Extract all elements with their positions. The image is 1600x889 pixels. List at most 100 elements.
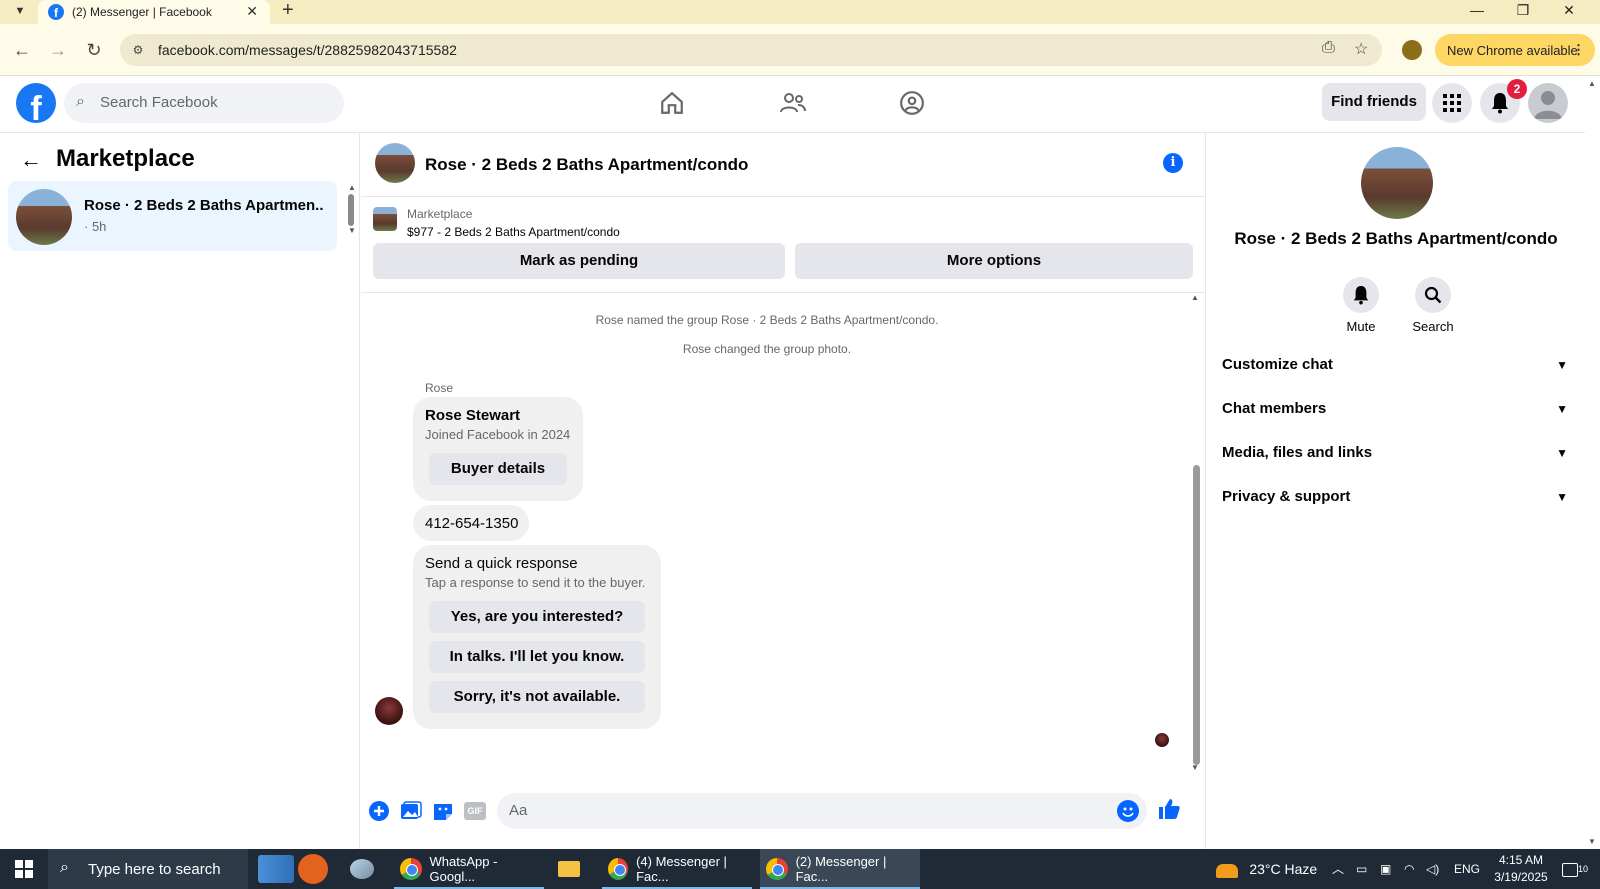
taskbar-app-label: (2) Messenger | Fac... <box>795 854 887 884</box>
chat-header: Rose · 2 Beds 2 Baths Apartment/condo i <box>361 133 1205 197</box>
emoji-icon[interactable] <box>1117 800 1139 822</box>
gif-icon[interactable]: GIF <box>463 799 487 823</box>
mark-as-pending-button[interactable]: Mark as pending <box>373 243 785 279</box>
scroll-up-icon[interactable]: ▲ <box>348 183 356 192</box>
photo-icon[interactable] <box>399 799 423 823</box>
taskbar-app-messenger-4[interactable]: (4) Messenger | Fac... <box>602 849 752 889</box>
volume-icon[interactable]: ◁) <box>1426 849 1439 889</box>
add-plus-icon[interactable] <box>367 799 391 823</box>
minimize-icon[interactable]: — <box>1454 0 1500 20</box>
buyer-details-button[interactable]: Buyer details <box>429 453 567 485</box>
file-explorer-icon[interactable] <box>558 849 592 889</box>
news-widget-icon[interactable] <box>258 849 338 889</box>
facebook-logo-icon[interactable]: f <box>16 83 56 123</box>
site-info-icon[interactable]: ⚙ <box>128 40 148 60</box>
new-tab-plus-icon[interactable]: + <box>282 0 294 20</box>
browser-tab-active[interactable]: f (2) Messenger | Facebook ✕ <box>38 0 270 24</box>
privacy-support-row[interactable]: Privacy & support ▼ <box>1222 477 1572 517</box>
listing-price[interactable]: $977 - 2 Beds 2 Baths Apartment/condo <box>407 225 620 239</box>
search-action[interactable]: Search <box>1401 277 1465 334</box>
seen-indicator-avatar <box>1155 733 1169 747</box>
buyer-card-bubble: Rose Stewart Joined Facebook in 2024 Buy… <box>413 397 583 501</box>
facebook-favicon-icon: f <box>48 4 64 20</box>
quick-response-option[interactable]: Yes, are you interested? <box>429 601 645 633</box>
sidebar-scrollbar[interactable]: ▲ ▼ <box>348 183 356 243</box>
chat-scrollbar[interactable]: ▲ ▼ <box>1191 293 1203 773</box>
taskbar-app-whatsapp[interactable]: WhatsApp - Googl... <box>394 849 544 889</box>
find-friends-button[interactable]: Find friends <box>1322 83 1426 121</box>
sidebar-title: Marketplace <box>56 145 195 172</box>
thumbs-up-icon[interactable] <box>1157 797 1181 821</box>
clock-date: 3/19/2025 <box>1494 870 1548 884</box>
tab-search-chevron-icon[interactable]: ▼ <box>8 0 32 22</box>
address-bar[interactable]: ⚙ facebook.com/messages/t/28825982043715… <box>120 34 1382 66</box>
account-avatar[interactable] <box>1528 83 1568 123</box>
chat-scroll-thumb[interactable] <box>1193 465 1200 765</box>
groups-icon[interactable] <box>892 85 932 121</box>
mute-action[interactable]: Mute <box>1329 277 1393 334</box>
taskbar-search-placeholder: Type here to search <box>88 861 221 878</box>
windows-taskbar: ⌕ Type here to search WhatsApp - Googl..… <box>0 849 1600 889</box>
chevron-down-icon: ▼ <box>1556 402 1568 416</box>
chat-members-row[interactable]: Chat members ▼ <box>1222 389 1572 429</box>
window-close-icon[interactable]: ✕ <box>1546 0 1592 20</box>
scroll-up-icon[interactable]: ▲ <box>1588 79 1596 88</box>
chat-title[interactable]: Rose · 2 Beds 2 Baths Apartment/condo <box>425 155 748 175</box>
reload-icon[interactable]: ↻ <box>82 38 106 62</box>
back-icon[interactable]: ← <box>10 38 34 62</box>
tab-close-icon[interactable]: ✕ <box>246 3 258 20</box>
sidebar-scroll-thumb[interactable] <box>348 194 354 226</box>
customize-chat-row[interactable]: Customize chat ▼ <box>1222 345 1572 385</box>
chrome-icon <box>608 858 629 880</box>
quick-response-title: Send a quick response <box>425 555 578 572</box>
notification-center-icon[interactable]: 10 <box>1562 849 1596 889</box>
app-icon <box>350 859 374 879</box>
conversation-info-icon[interactable]: i <box>1163 153 1183 173</box>
show-hidden-icons-chevron-icon[interactable]: ︿ <box>1332 849 1344 889</box>
sticker-icon[interactable] <box>431 799 455 823</box>
scroll-down-icon[interactable]: ▼ <box>1191 763 1199 772</box>
restore-icon[interactable]: ❐ <box>1500 0 1546 20</box>
taskbar-search-box[interactable]: ⌕ Type here to search <box>48 849 248 889</box>
quick-response-option[interactable]: In talks. I'll let you know. <box>429 641 645 673</box>
more-options-button[interactable]: More options <box>795 243 1193 279</box>
chevron-down-icon: ▼ <box>1556 490 1568 504</box>
media-files-links-row[interactable]: Media, files and links ▼ <box>1222 433 1572 473</box>
facebook-search-input[interactable]: ⌕ Search Facebook <box>64 83 344 123</box>
sender-avatar[interactable] <box>375 697 403 725</box>
back-arrow-icon[interactable]: ← <box>20 147 42 173</box>
meet-now-icon[interactable]: ▣ <box>1380 849 1391 889</box>
taskbar-clock[interactable]: 4:15 AM 3/19/2025 <box>1486 852 1556 886</box>
quick-response-option[interactable]: Sorry, it's not available. <box>429 681 645 713</box>
scroll-down-icon[interactable]: ▼ <box>1588 837 1596 846</box>
url-text[interactable]: facebook.com/messages/t/2882598204371558… <box>158 42 457 58</box>
weather-widget[interactable]: 23°C Haze <box>1216 849 1322 889</box>
windows-start-icon[interactable] <box>0 849 48 889</box>
conversation-time: · 5h <box>84 219 107 234</box>
scroll-down-icon[interactable]: ▼ <box>348 226 356 235</box>
taskbar-app-messenger-2[interactable]: (2) Messenger | Fac... <box>760 849 920 889</box>
menu-grid-icon[interactable] <box>1432 83 1472 123</box>
profile-icon[interactable] <box>1402 40 1422 60</box>
group-photo[interactable] <box>1361 147 1433 219</box>
install-app-icon[interactable]: ⎙ <box>1322 39 1335 57</box>
taskbar-app-icon[interactable] <box>350 849 384 889</box>
chat-avatar[interactable] <box>375 143 415 183</box>
system-message: Rose named the group Rose · 2 Beds 2 Bat… <box>595 313 939 327</box>
battery-icon[interactable]: ▭ <box>1356 849 1367 889</box>
friends-icon[interactable] <box>773 85 813 121</box>
language-indicator[interactable]: ENG <box>1454 849 1480 889</box>
search-icon <box>1415 277 1451 313</box>
forward-icon[interactable]: → <box>46 38 70 62</box>
conversation-item[interactable]: Rose · 2 Beds 2 Baths Apartmen... · 5h <box>8 181 337 251</box>
bookmark-star-icon[interactable]: ☆ <box>1354 39 1368 59</box>
page-scrollbar[interactable]: ▲ ▼ <box>1585 77 1600 849</box>
wifi-icon[interactable]: ◠ <box>1404 849 1414 889</box>
new-chrome-available-button[interactable]: New Chrome available ⋮ <box>1435 34 1595 66</box>
scroll-up-icon[interactable]: ▲ <box>1191 293 1199 302</box>
home-icon[interactable] <box>652 85 692 121</box>
message-input[interactable]: Aa <box>497 793 1147 829</box>
message-list: Rose named the group Rose · 2 Beds 2 Bat… <box>361 293 1205 793</box>
taskbar-app-label: (4) Messenger | Fac... <box>636 854 727 884</box>
listing-thumb-small[interactable] <box>373 207 397 231</box>
